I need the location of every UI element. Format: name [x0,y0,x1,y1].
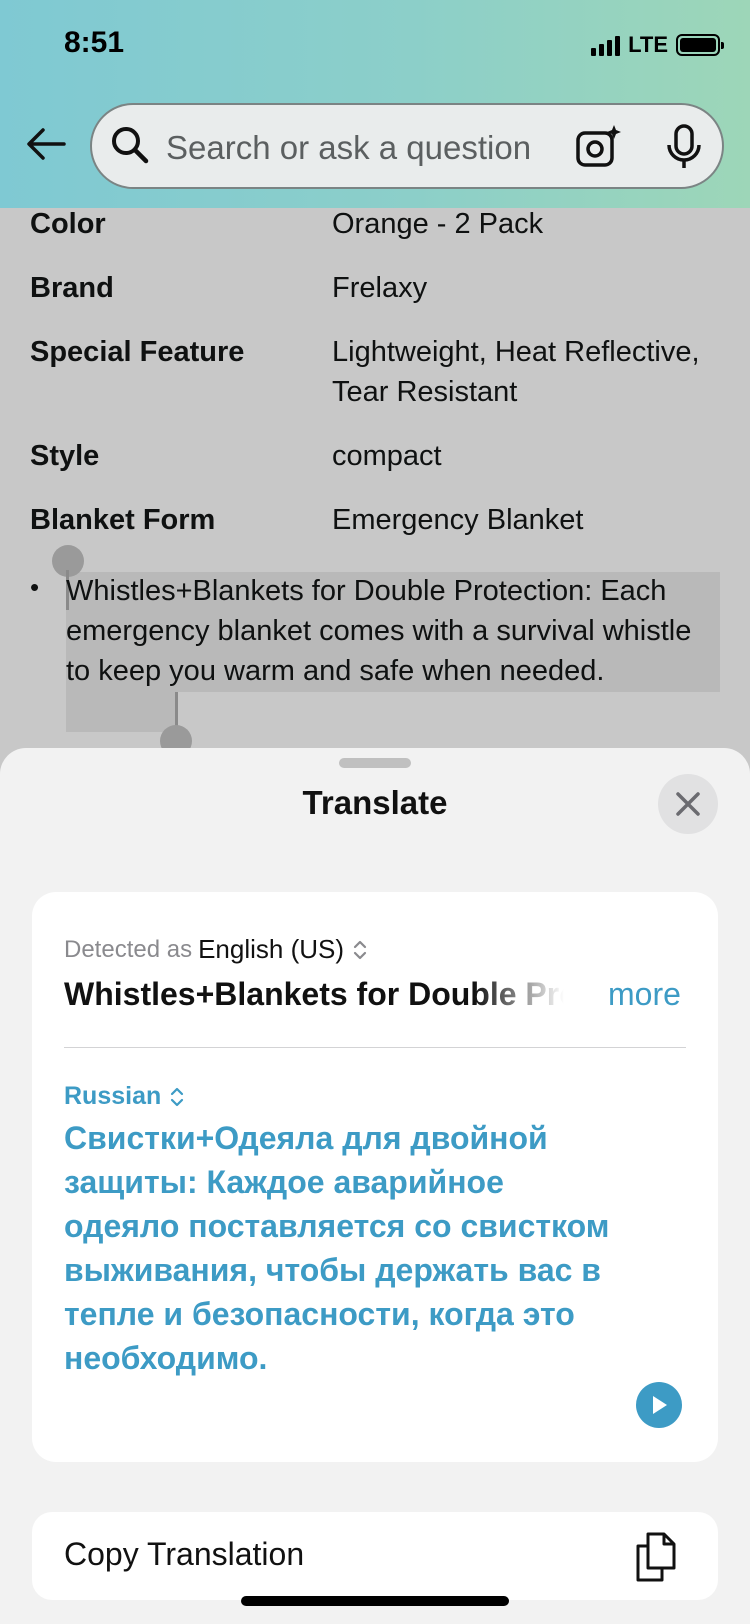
selection-highlight [66,692,178,732]
search-bar[interactable]: Search or ask a question [90,103,724,189]
status-time: 8:51 [64,26,125,59]
target-language-row[interactable]: Russian [64,1082,185,1111]
network-label: LTE [628,32,668,57]
signal-icon [591,34,621,56]
search-input[interactable]: Search or ask a question [166,129,531,167]
copy-translation-label: Copy Translation [64,1536,305,1572]
detail-key: Color [30,208,106,240]
source-text: Whistles+Blankets for Double Protection:… [64,976,564,1012]
play-icon [653,1396,667,1414]
status-icons: LTE [591,32,724,58]
detail-value: compact [332,440,442,472]
detail-value: Frelaxy [332,272,428,304]
microphone-icon[interactable] [664,123,704,171]
back-button[interactable] [22,120,70,168]
detail-key: Brand [30,272,114,304]
close-button[interactable] [658,774,718,834]
detail-value: Lightweight, Heat Reflective, Tear Resis… [332,336,700,408]
bullet-text[interactable]: Whistles+Blankets for Double Protection:… [66,571,716,691]
home-indicator[interactable] [241,1596,509,1606]
app-header: 8:51 LTE Search or ask a question [0,0,750,208]
sheet-grabber[interactable] [339,758,411,768]
arrow-left-icon [27,128,66,160]
detail-key: Special Feature [30,336,245,368]
copy-translation-button[interactable]: Copy Translation [32,1512,718,1600]
translated-text: Свистки+Одеяла для двойной защиты: Каждо… [64,1120,610,1376]
detail-value: Emergency Blanket [332,504,584,536]
target-language[interactable]: Russian [64,1082,161,1111]
translate-sheet: Translate Detected as English (US) Whist… [0,748,750,1624]
detected-prefix: Detected as [64,935,193,963]
more-button[interactable]: more [608,970,681,1018]
camera-sparkle-icon[interactable] [574,123,622,171]
detail-value: Orange - 2 Pack [332,208,544,240]
chevron-up-down-icon [171,1087,184,1106]
battery-icon [676,34,724,56]
divider [64,1047,686,1048]
sheet-title: Translate [302,784,448,821]
close-icon [676,792,700,816]
detected-language-row[interactable]: Detected as English (US) [64,934,368,965]
play-audio-button[interactable] [636,1382,682,1428]
source-language[interactable]: English (US) [198,934,344,965]
detail-key: Style [30,440,100,472]
copy-icon [636,1532,676,1582]
bullet-dot: • [30,572,40,602]
search-icon [112,127,149,164]
detail-key: Blanket Form [30,504,216,536]
chevron-up-down-icon [353,940,367,959]
translation-card: Detected as English (US) Whistles+Blanke… [32,892,718,1462]
